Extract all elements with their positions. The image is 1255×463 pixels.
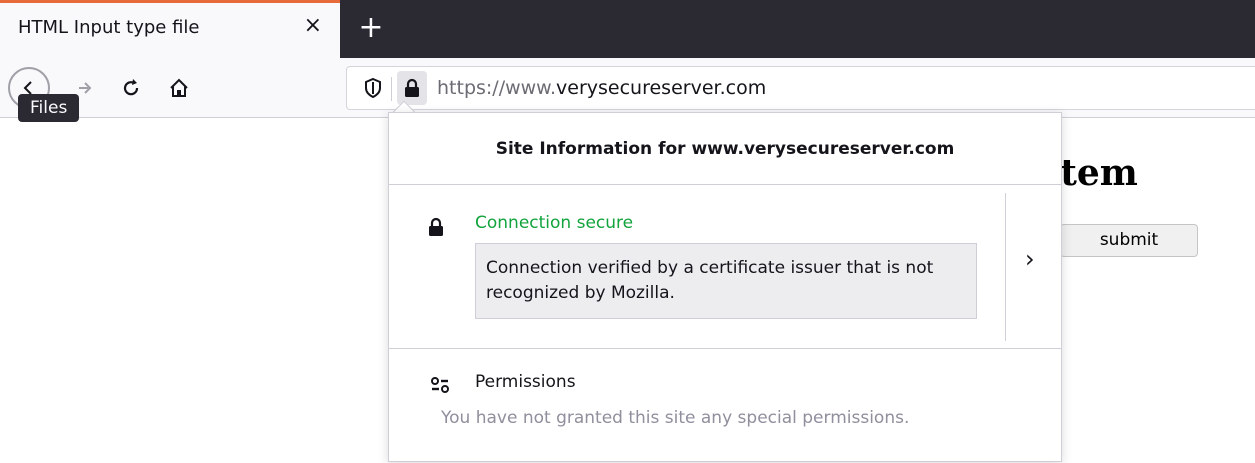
tab-close-button[interactable]: × (304, 15, 322, 37)
submit-button[interactable]: submit (1060, 224, 1198, 257)
reload-button[interactable] (110, 67, 152, 109)
navigation-toolbar: https://www.verysecureserver.com (0, 58, 1255, 118)
connection-divider (1005, 193, 1006, 341)
home-icon (170, 78, 188, 97)
site-information-panel: Site Information for www.verysecureserve… (388, 112, 1062, 462)
panel-header: Site Information for www.verysecureserve… (389, 113, 1061, 185)
url-separator (391, 77, 392, 101)
tab-strip: HTML Input type file × + (0, 0, 1255, 58)
url-prefix: https://www. (437, 77, 557, 99)
connection-section[interactable]: Connection secure Connection verified by… (389, 185, 1061, 349)
url-bar[interactable]: https://www.verysecureserver.com (346, 66, 1255, 110)
url-domain: verysecureserver.com (556, 77, 767, 99)
chevron-right-icon[interactable]: › (1025, 245, 1035, 273)
lock-icon (429, 217, 443, 236)
shield-icon[interactable] (361, 76, 385, 100)
permissions-title: Permissions (475, 372, 576, 392)
tab-title: HTML Input type file (18, 17, 200, 38)
connection-detail: Connection verified by a certificate iss… (475, 243, 977, 319)
lock-icon (405, 78, 419, 97)
url-text[interactable]: https://www.verysecureserver.com (437, 77, 766, 99)
tab-active[interactable]: HTML Input type file × (0, 0, 340, 58)
permissions-section: Permissions You have not granted this si… (389, 350, 1061, 463)
site-info-button[interactable] (397, 71, 427, 105)
connection-status: Connection secure (475, 213, 634, 233)
tooltip: Files (18, 94, 80, 122)
permissions-text: You have not granted this site any speci… (441, 408, 910, 428)
new-tab-button[interactable]: + (352, 8, 390, 48)
permissions-icon (431, 377, 449, 393)
reload-icon (123, 79, 139, 96)
home-button[interactable] (158, 67, 200, 109)
